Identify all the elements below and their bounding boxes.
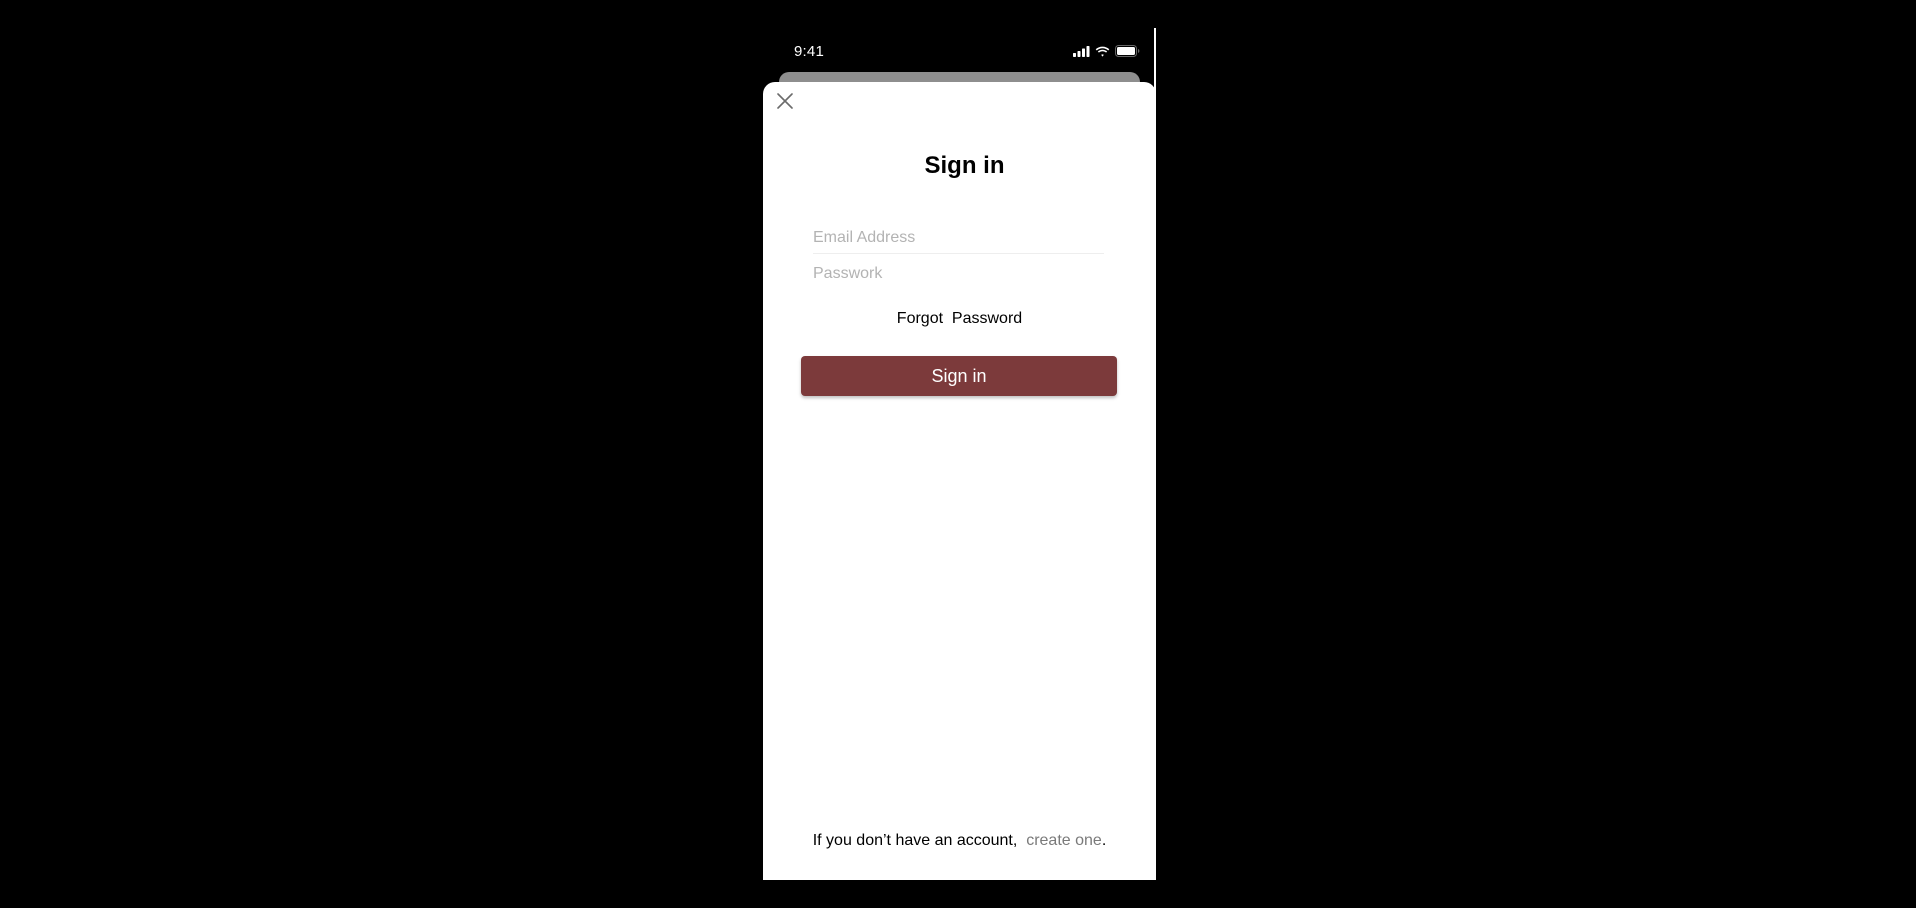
sign-in-sheet: Sign in Forgot Password Sign in If you d… xyxy=(763,82,1156,880)
close-button[interactable] xyxy=(774,92,796,114)
email-field[interactable] xyxy=(813,222,1104,254)
status-time: 9:41 xyxy=(794,43,824,60)
create-account-link[interactable]: create one xyxy=(1026,832,1102,849)
status-bar: 9:41 xyxy=(763,28,1154,74)
password-field[interactable] xyxy=(813,258,1104,290)
footer-suffix-text: . xyxy=(1101,832,1107,849)
cellular-signal-icon xyxy=(1073,45,1090,57)
create-account-footer: If you don’t have an account, create one… xyxy=(763,832,1156,850)
footer-prefix-text: If you don’t have an account, xyxy=(812,832,1027,849)
status-icons xyxy=(1073,45,1140,57)
phone-frame: 9:41 Sign in Email Address Forgot Passwo… xyxy=(763,28,1156,880)
sign-in-button[interactable]: Sign in xyxy=(801,356,1117,396)
forgot-password-link[interactable]: Forgot Password xyxy=(763,310,1156,328)
battery-icon xyxy=(1115,45,1140,57)
close-icon xyxy=(777,92,793,114)
wifi-icon xyxy=(1095,46,1110,57)
page-title: Sign in xyxy=(924,152,1005,179)
